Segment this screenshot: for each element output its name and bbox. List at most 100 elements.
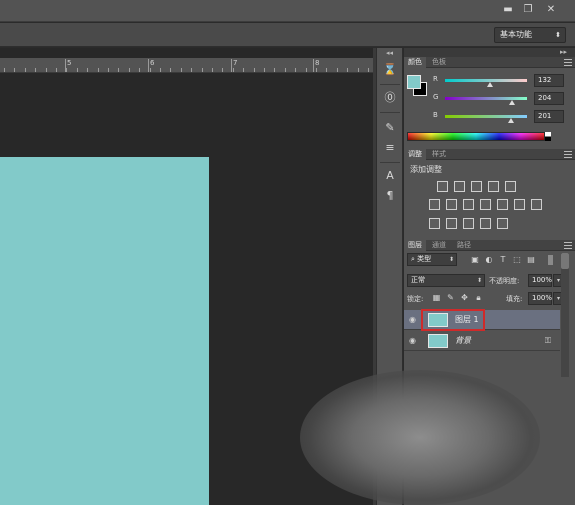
red-value-field[interactable]: 132 xyxy=(534,74,564,87)
filter-smart-object-icon[interactable]: ▤ xyxy=(526,255,536,265)
curves-icon[interactable] xyxy=(471,181,482,192)
lock-transparent-icon[interactable]: ▦ xyxy=(432,293,441,302)
ruler-tick xyxy=(56,68,57,72)
ruler-tick xyxy=(202,68,203,72)
scrollbar-thumb[interactable] xyxy=(561,253,569,269)
exposure-icon[interactable] xyxy=(488,181,499,192)
panel-menu-icon[interactable] xyxy=(564,242,572,249)
opacity-field[interactable]: 100% xyxy=(528,274,552,287)
green-slider-thumb[interactable] xyxy=(509,100,515,105)
color-spectrum[interactable] xyxy=(407,132,545,141)
paragraph-icon[interactable]: ¶ xyxy=(382,188,398,204)
photo-filter-icon[interactable] xyxy=(497,199,508,210)
lock-brush-icon[interactable]: ✎ xyxy=(446,293,455,302)
ruler-tick xyxy=(98,68,99,72)
panel-dock-header: ▸▸ xyxy=(404,48,575,57)
ruler-tick xyxy=(25,68,26,72)
tab-swatches[interactable]: 色板 xyxy=(428,57,450,68)
minimize-icon[interactable]: ▬ xyxy=(501,4,515,16)
history-icon[interactable]: ⌛ xyxy=(382,62,398,78)
gradient-triangle-icon[interactable] xyxy=(505,181,516,192)
horizontal-ruler: 5 6 7 8 xyxy=(0,58,373,73)
blue-slider-thumb[interactable] xyxy=(508,118,514,123)
tab-paths[interactable]: 路径 xyxy=(453,240,475,251)
ruler-tick xyxy=(358,68,359,72)
fill-field[interactable]: 100% xyxy=(528,292,552,305)
filter-pixel-icon[interactable]: ▣ xyxy=(470,255,480,265)
layers-scrollbar[interactable] xyxy=(561,253,569,377)
ruler-label: 8 xyxy=(315,59,320,67)
color-balance-icon[interactable] xyxy=(463,199,474,210)
filter-toggle[interactable] xyxy=(548,255,553,265)
brush-icon[interactable]: ✎ xyxy=(382,120,398,136)
ruler-tick xyxy=(87,68,88,72)
gradient-map-icon[interactable] xyxy=(497,218,508,229)
green-value-field[interactable]: 204 xyxy=(534,92,564,105)
chevron-down-icon: ▾ xyxy=(556,295,560,302)
black-white-swatch[interactable] xyxy=(545,132,551,141)
layer-filter-label: 类型 xyxy=(417,255,432,263)
ruler-tick xyxy=(150,68,151,72)
channel-mixer-icon[interactable] xyxy=(514,199,525,210)
ruler-label: 6 xyxy=(150,59,155,67)
vibrance-icon[interactable] xyxy=(429,199,440,210)
restore-icon[interactable]: ❐ xyxy=(521,4,535,16)
layer-row[interactable]: ◉ 背景 ⚿ xyxy=(404,331,560,351)
ruler-tick xyxy=(139,68,140,72)
info-icon[interactable]: ⓪ xyxy=(382,90,398,106)
panel-menu-icon[interactable] xyxy=(564,151,572,158)
ruler-tick xyxy=(316,68,317,72)
eye-icon[interactable]: ◉ xyxy=(408,315,417,324)
layer-filter-select[interactable]: ⌕ 类型 ⬍ xyxy=(407,253,457,266)
filter-type-icon[interactable]: T xyxy=(498,255,508,265)
ruler-tick xyxy=(148,59,149,72)
lock-position-icon[interactable]: ✥ xyxy=(460,293,469,302)
levels-icon[interactable] xyxy=(454,181,465,192)
color-lookup-icon[interactable] xyxy=(531,199,542,210)
ruler-tick xyxy=(264,68,265,72)
red-slider-thumb[interactable] xyxy=(487,82,493,87)
ruler-tick xyxy=(368,68,369,72)
filter-shape-icon[interactable]: ⬚ xyxy=(512,255,522,265)
blue-slider-row: B 201 xyxy=(429,110,575,124)
blend-mode-select[interactable]: 正常 ⬍ xyxy=(407,274,485,287)
title-bar: ▬ ❐ ✕ xyxy=(0,0,575,22)
adjustments-title: 添加调整 xyxy=(410,165,442,174)
lock-all-icon[interactable]: 🔒︎ xyxy=(474,293,483,302)
ruler-label: 5 xyxy=(67,59,72,67)
tab-adjustments[interactable]: 调整 xyxy=(404,149,426,160)
posterize-icon[interactable] xyxy=(446,218,457,229)
chevron-down-icon: ▾ xyxy=(556,277,560,284)
blue-slider-track[interactable] xyxy=(445,115,527,118)
character-icon[interactable]: A xyxy=(382,168,398,184)
filter-adjustment-icon[interactable]: ◐ xyxy=(484,255,494,265)
blue-value-field[interactable]: 201 xyxy=(534,110,564,123)
collapse-arrows-icon[interactable]: ◂◂ xyxy=(386,49,393,57)
close-icon[interactable]: ✕ xyxy=(544,4,558,16)
layer-name[interactable]: 背景 xyxy=(455,335,471,346)
eye-icon[interactable]: ◉ xyxy=(408,336,417,345)
tab-color[interactable]: 颜色 xyxy=(404,57,426,68)
red-slider-track[interactable] xyxy=(445,79,527,82)
selective-color-icon[interactable] xyxy=(480,218,491,229)
hue-saturation-icon[interactable] xyxy=(446,199,457,210)
collapse-arrows-icon[interactable]: ▸▸ xyxy=(560,48,567,56)
workspace-select[interactable]: 基本功能 ⬍ xyxy=(494,27,566,43)
tab-channels[interactable]: 通道 xyxy=(428,240,450,251)
black-white-icon[interactable] xyxy=(480,199,491,210)
invert-icon[interactable] xyxy=(429,218,440,229)
ruler-tick xyxy=(285,68,286,72)
panel-menu-icon[interactable] xyxy=(564,59,572,66)
threshold-icon[interactable] xyxy=(463,218,474,229)
chevron-updown-icon: ⬍ xyxy=(448,256,454,263)
ruler-tick xyxy=(160,68,161,72)
tab-layers[interactable]: 图层 xyxy=(404,240,426,251)
tab-styles[interactable]: 样式 xyxy=(428,149,450,160)
brightness-icon[interactable] xyxy=(437,181,448,192)
brush-settings-icon[interactable]: ≡ xyxy=(382,140,398,156)
foreground-color-swatch[interactable] xyxy=(407,75,421,89)
divider xyxy=(380,162,400,163)
color-panel-tabs: 颜色 色板 xyxy=(404,57,575,68)
document-canvas[interactable] xyxy=(0,157,209,505)
ruler-tick xyxy=(191,68,192,72)
